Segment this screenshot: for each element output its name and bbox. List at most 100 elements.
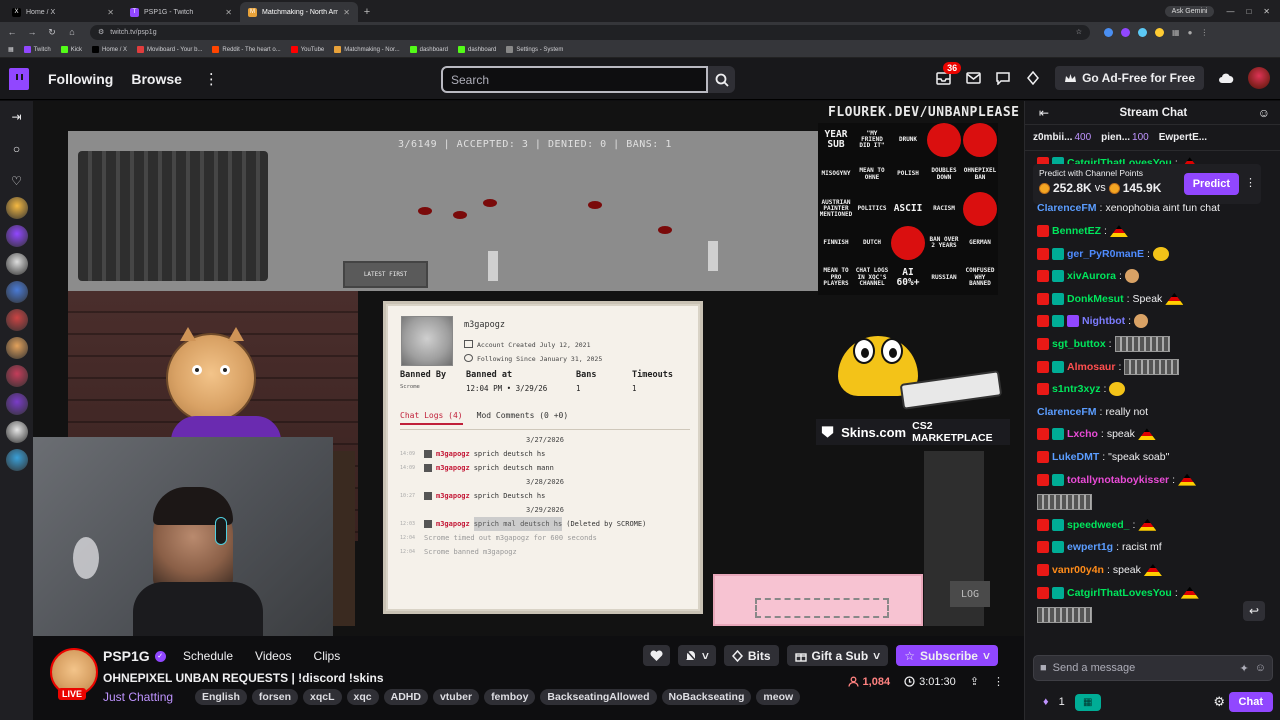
channel-link-schedule[interactable]: Schedule [183, 649, 233, 663]
chat-badge-icon[interactable] [1052, 270, 1064, 283]
bits-button[interactable]: Bits [723, 645, 779, 666]
stream-tag[interactable]: xqc [346, 689, 379, 705]
community-icon[interactable]: ☺ [1258, 106, 1270, 120]
bookmark-item[interactable]: Kick [60, 46, 82, 53]
maximize-icon[interactable]: □ [1246, 7, 1251, 16]
apps-grid-icon[interactable]: ▦ [8, 46, 14, 53]
bookmark-item[interactable]: Twitch [23, 46, 51, 53]
more-menu-icon[interactable]: ⋮ [204, 70, 219, 88]
chat-badge-icon[interactable] [1037, 428, 1049, 441]
channel-link-videos[interactable]: Videos [255, 649, 291, 663]
camera-icon[interactable]: ○ [9, 141, 25, 157]
bookmark-item[interactable]: Settings - System [506, 46, 563, 53]
extension-icon[interactable] [1138, 27, 1147, 37]
close-window-icon[interactable]: ✕ [1263, 7, 1270, 16]
followed-channel-avatar[interactable] [5, 309, 28, 331]
chat-badge-icon[interactable] [1037, 473, 1049, 486]
chat-settings-icon[interactable]: ⚙ [1213, 694, 1225, 710]
nav-following[interactable]: Following [48, 71, 113, 87]
notifications-button[interactable]: 36 [935, 62, 962, 86]
chat-username[interactable]: CatgirlThatLovesYou [1067, 587, 1172, 599]
followed-channel-avatar[interactable] [5, 225, 28, 247]
bookmark-item[interactable]: Moviboard - Your b... [137, 46, 202, 53]
chat-username[interactable]: LukeDMT [1052, 451, 1099, 463]
inbox-button[interactable] [965, 70, 981, 86]
chat-badge-icon[interactable] [1037, 292, 1049, 305]
chat-username[interactable]: ClarenceFM [1037, 406, 1097, 418]
heart-icon[interactable]: ♡ [9, 173, 25, 189]
browser-tab[interactable]: M Matchmaking - North America ✕ [240, 2, 358, 22]
chat-badge-icon[interactable] [1037, 518, 1049, 531]
home-icon[interactable]: ⌂ [66, 27, 78, 37]
close-tab-icon[interactable]: ✕ [107, 8, 114, 17]
ask-gemini-button[interactable]: Ask Gemini [1164, 5, 1215, 17]
chat-username[interactable]: DonkMesut [1067, 293, 1124, 305]
bookmark-item[interactable]: Reddit - The heart o... [212, 46, 281, 53]
chat-username[interactable]: ger_PyR0manE [1067, 248, 1144, 260]
top-gifter[interactable]: z0mbii... 400 [1033, 132, 1091, 143]
bookmark-item[interactable]: YouTube [290, 46, 324, 53]
chat-username[interactable]: speedweed_ [1067, 519, 1129, 531]
chat-username[interactable]: Almosaur [1067, 361, 1115, 373]
bookmark-item[interactable]: Home / X [92, 46, 127, 53]
extension-icon[interactable] [1104, 27, 1113, 37]
chat-badge-icon[interactable] [1037, 451, 1049, 464]
chat-badge-icon[interactable] [1052, 360, 1064, 373]
chat-username[interactable]: ewpert1g [1067, 541, 1113, 553]
stream-tag[interactable]: BackseatingAllowed [540, 689, 657, 705]
chat-badge-icon[interactable] [1037, 338, 1049, 351]
crown-button[interactable] [1025, 70, 1041, 86]
followed-channel-avatar[interactable] [5, 449, 28, 471]
video-player[interactable]: 3/6149 | ACCEPTED: 3 | DENIED: 0 | BANS:… [33, 101, 1024, 636]
chat-badge-icon[interactable] [1067, 315, 1079, 328]
chat-badge-icon[interactable] [1037, 247, 1049, 260]
bookmark-item[interactable]: dashboard [457, 46, 496, 53]
browser-tab[interactable]: T PSP1G - Twitch ✕ [122, 2, 240, 22]
extensions-puzzle-icon[interactable]: ▦ [1172, 28, 1180, 37]
followed-channel-avatar[interactable] [5, 253, 28, 275]
expand-sidebar-icon[interactable]: ⇥ [9, 109, 25, 125]
notifications-toggle[interactable]: ˅ [677, 645, 716, 666]
nav-browse[interactable]: Browse [131, 71, 182, 87]
close-tab-icon[interactable]: ✕ [225, 8, 232, 17]
browser-tab[interactable]: X Home / X ✕ [4, 2, 122, 22]
chat-username[interactable]: s1ntr3xyz [1052, 383, 1100, 395]
stream-tag[interactable]: vtuber [432, 689, 480, 705]
stream-tag[interactable]: ADHD [383, 689, 428, 705]
chat-username[interactable]: ClarenceFM [1037, 202, 1097, 214]
bookmark-item[interactable]: Matchmaking - Nor... [334, 46, 400, 53]
stream-tag[interactable]: meow [756, 689, 801, 705]
chat-badge-icon[interactable] [1037, 586, 1049, 599]
chat-username[interactable]: Nightbot [1082, 315, 1125, 327]
emote-picker-icon[interactable]: ■ [1040, 662, 1047, 674]
predict-button[interactable]: Predict [1183, 173, 1239, 195]
search-input[interactable]: Search [441, 66, 708, 93]
sparkle-icon[interactable]: ✦ [1240, 662, 1249, 675]
chat-badge-icon[interactable] [1037, 225, 1049, 238]
stream-tag[interactable]: femboy [484, 689, 536, 705]
forward-icon[interactable]: → [26, 27, 38, 37]
chat-badge-icon[interactable] [1052, 247, 1064, 260]
chat-badge-icon[interactable] [1052, 586, 1064, 599]
bits-button[interactable] [1218, 70, 1234, 86]
channel-name[interactable]: PSP1G ✓ [103, 648, 166, 664]
followed-channel-avatar[interactable] [5, 281, 28, 303]
collapse-chat-icon[interactable]: ⇤ [1039, 106, 1049, 120]
chat-message-list[interactable]: CatgirlThatLovesYou:Crestofragnara:Clare… [1025, 152, 1280, 652]
subscribe-button[interactable]: ☆ Subscribe ˅ [896, 645, 998, 666]
gift-sub-button[interactable]: Gift a Sub ˅ [786, 645, 889, 666]
channel-link-clips[interactable]: Clips [314, 649, 341, 663]
profile-icon[interactable]: ● [1188, 28, 1193, 37]
minimize-icon[interactable]: — [1226, 7, 1234, 16]
more-options-icon[interactable]: ⋮ [993, 675, 1004, 688]
top-gifter[interactable]: EwpertE... [1159, 132, 1207, 143]
stream-tag[interactable]: forsen [251, 689, 299, 705]
chat-badge-icon[interactable] [1052, 541, 1064, 554]
extension-icon[interactable] [1121, 27, 1130, 37]
stream-tag[interactable]: English [195, 689, 247, 705]
followed-channel-avatar[interactable] [5, 337, 28, 359]
site-info-icon[interactable]: ⚙ [98, 28, 104, 36]
chat-badge-icon[interactable] [1052, 518, 1064, 531]
chat-badge-icon[interactable] [1037, 360, 1049, 373]
chat-input[interactable]: ■ Send a message ✦ ☺ [1033, 655, 1273, 681]
